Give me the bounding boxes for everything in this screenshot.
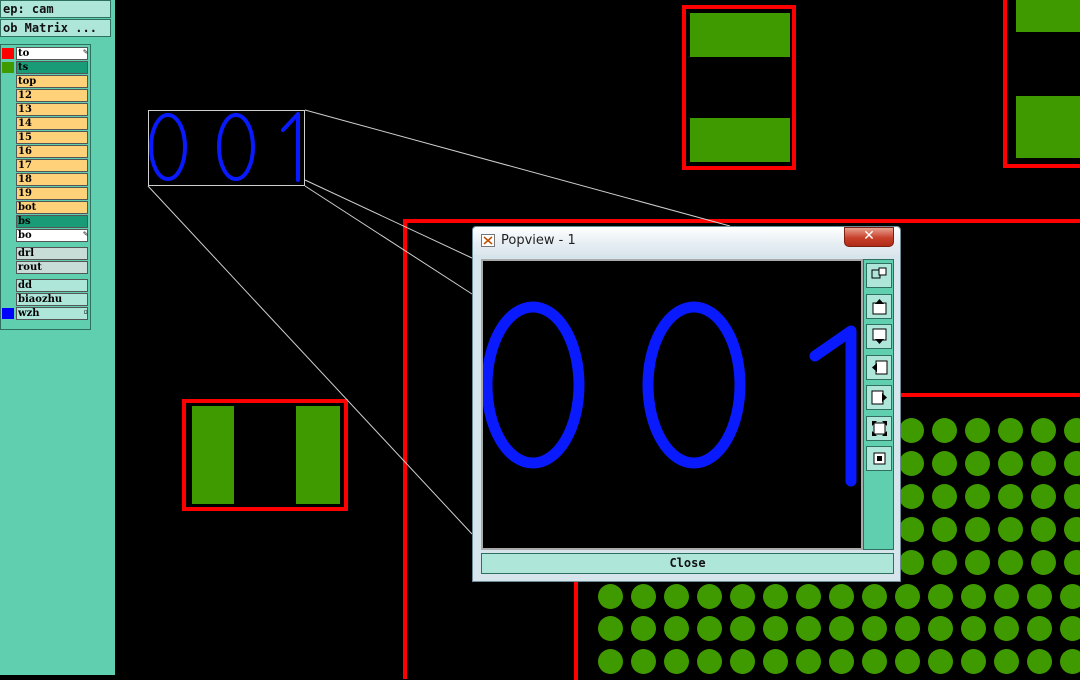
pan-right-icon (871, 390, 887, 405)
window-close-button[interactable]: ✕ (844, 227, 894, 247)
app-icon (481, 234, 495, 247)
popview-window: Popview - 1 ✕ 001 Close (472, 226, 901, 582)
popview-toolbar (863, 259, 894, 550)
fit-screen-tool-button[interactable] (866, 415, 892, 441)
pan-left-tool-button[interactable] (866, 354, 892, 380)
home-view-icon (873, 452, 886, 465)
zoom-in-tool-button[interactable] (866, 293, 892, 319)
zoom-out-icon (872, 328, 887, 344)
zoomed-text-001 (483, 301, 857, 487)
popview-canvas[interactable]: 001 (481, 259, 863, 550)
zoom-window-icon (871, 267, 887, 279)
popview-title: Popview - 1 (501, 233, 576, 248)
fit-screen-icon (872, 420, 887, 436)
pan-right-tool-button[interactable] (866, 385, 892, 410)
popview-titlebar[interactable]: Popview - 1 ✕ (473, 227, 900, 255)
zoom-out-tool-button[interactable] (866, 324, 892, 349)
pan-left-icon (872, 360, 888, 374)
close-button[interactable]: Close (481, 553, 894, 574)
zoom-in-icon (872, 298, 887, 314)
zoom-window-tool-button[interactable] (866, 263, 892, 288)
home-view-tool-button[interactable] (866, 446, 892, 471)
